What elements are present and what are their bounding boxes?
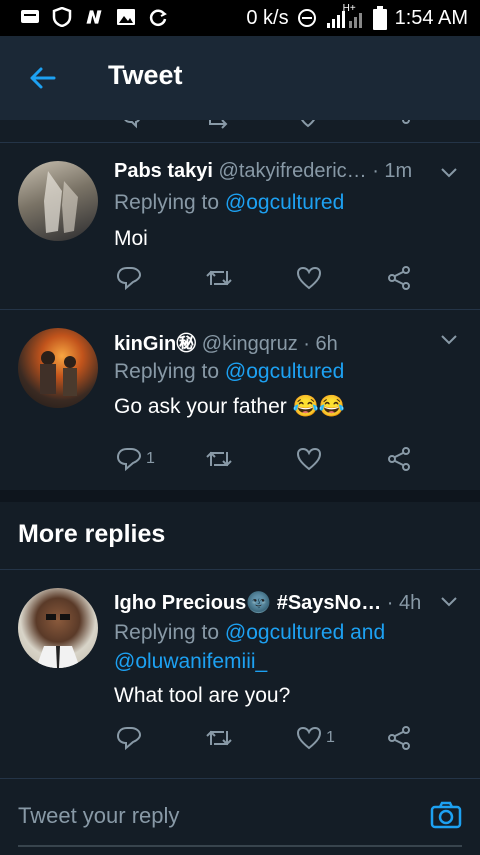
share-icon — [388, 726, 410, 750]
shield-icon — [52, 7, 72, 27]
retweet-icon — [206, 270, 232, 286]
retweet-button[interactable] — [204, 725, 234, 751]
replying-to: Replying to @ogcultured — [114, 360, 344, 384]
avatar[interactable] — [18, 588, 98, 668]
retweet-button[interactable] — [204, 446, 234, 472]
share-button[interactable] — [386, 446, 412, 472]
reply-tweet[interactable]: Igho Precious🌚 #SaysNo… · 4h Replying to… — [0, 570, 480, 770]
tweet-text: Go ask your father 😂😂 — [114, 395, 345, 418]
reply-button[interactable] — [116, 265, 146, 291]
mention-link[interactable]: @ogcultured and — [225, 621, 385, 644]
avatar-image — [36, 614, 80, 668]
reply-input[interactable]: Tweet your reply — [18, 803, 179, 829]
input-underline — [18, 845, 462, 847]
heart-icon — [296, 447, 322, 471]
replying-label: Replying to — [114, 360, 225, 383]
avatar[interactable] — [18, 161, 98, 241]
mention-link[interactable]: @oluwanifemiii_ — [114, 650, 267, 673]
avatar-image — [40, 351, 77, 396]
clock: 1:54 AM — [394, 6, 468, 29]
network-speed: 0 k/s — [246, 6, 289, 29]
previous-tweet-actions — [0, 120, 480, 142]
status-bar: 0 k/s H+ 1:54 AM — [0, 0, 480, 36]
sync-icon — [149, 9, 167, 26]
back-arrow-icon[interactable] — [28, 64, 56, 92]
camera-icon[interactable] — [430, 799, 462, 831]
reply-icon — [116, 727, 142, 751]
reply-button[interactable] — [116, 725, 146, 751]
app-logo-icon — [86, 10, 102, 24]
display-name[interactable]: kinGin㊙ — [114, 333, 196, 355]
like-button[interactable] — [296, 265, 326, 291]
like-count: 1 — [326, 729, 335, 746]
display-name[interactable]: Igho Precious🌚 #SaysNo… — [114, 592, 381, 614]
share-button[interactable] — [386, 725, 412, 751]
retweet-icon — [206, 451, 232, 467]
reply-tweet[interactable]: kinGin㊙ @kingqruz · 6h Replying to @ogcu… — [0, 310, 480, 488]
replying-label: Replying to — [114, 191, 225, 214]
avatar-image — [44, 171, 78, 233]
heart-icon — [296, 726, 322, 750]
timestamp: · 6h — [303, 333, 338, 355]
heart-icon — [296, 266, 322, 290]
message-icon — [21, 10, 39, 23]
app-bar: Tweet — [0, 36, 480, 120]
like-button[interactable]: 1 — [296, 725, 335, 751]
tweet-actions: 1 — [114, 446, 414, 476]
username[interactable]: @takyifrederic… — [219, 160, 367, 182]
reply-button[interactable]: 1 — [116, 446, 155, 472]
timestamp: · 4h — [386, 592, 422, 614]
reply-icon — [116, 267, 142, 291]
tweet-header: Pabs takyi @takyifrederic… · 1m — [114, 160, 412, 183]
signal-icon: H+ — [325, 3, 365, 29]
retweet-icon — [206, 730, 232, 746]
mention-link[interactable]: @ogcultured — [225, 191, 344, 214]
mention-link[interactable]: @ogcultured — [225, 360, 344, 383]
like-button[interactable] — [296, 446, 326, 472]
tweet-actions — [114, 265, 414, 295]
chevron-down-icon[interactable] — [440, 330, 458, 348]
share-icon — [388, 447, 410, 471]
chevron-down-icon[interactable] — [440, 163, 458, 181]
tweet-actions: 1 — [114, 725, 414, 755]
display-name[interactable]: Pabs takyi — [114, 160, 213, 182]
page-title: Tweet — [108, 60, 183, 90]
replying-label: Replying to — [114, 621, 225, 644]
data-saver-icon — [297, 9, 316, 27]
replying-to-continued: @oluwanifemiii_ — [114, 650, 267, 674]
tweet-header: kinGin㊙ @kingqruz · 6h — [114, 327, 338, 356]
battery-icon — [372, 6, 387, 30]
reply-tweet[interactable]: Pabs takyi @takyifrederic… · 1m Replying… — [0, 143, 480, 308]
tweet-header: Igho Precious🌚 #SaysNo… · 4h — [114, 590, 421, 615]
section-separator — [0, 490, 480, 502]
timestamp: · 1m — [372, 160, 413, 182]
reply-composer: Tweet your reply — [0, 778, 480, 855]
chevron-down-icon[interactable] — [440, 592, 458, 610]
more-replies-heading: More replies — [18, 520, 166, 548]
username[interactable]: @kingqruz — [202, 333, 298, 355]
tweet-text: Moi — [114, 227, 148, 250]
previous-actions-icon — [124, 120, 410, 129]
image-icon — [117, 9, 135, 25]
replying-to: Replying to @ogcultured — [114, 191, 344, 215]
reply-count: 1 — [146, 450, 155, 467]
retweet-button[interactable] — [204, 265, 234, 291]
share-button[interactable] — [386, 265, 412, 291]
avatar[interactable] — [18, 328, 98, 408]
replying-to: Replying to @ogcultured and — [114, 621, 385, 645]
tweet-text: What tool are you? — [114, 684, 291, 707]
share-icon — [388, 266, 410, 290]
reply-icon — [116, 448, 142, 472]
network-type: H+ — [342, 3, 356, 14]
